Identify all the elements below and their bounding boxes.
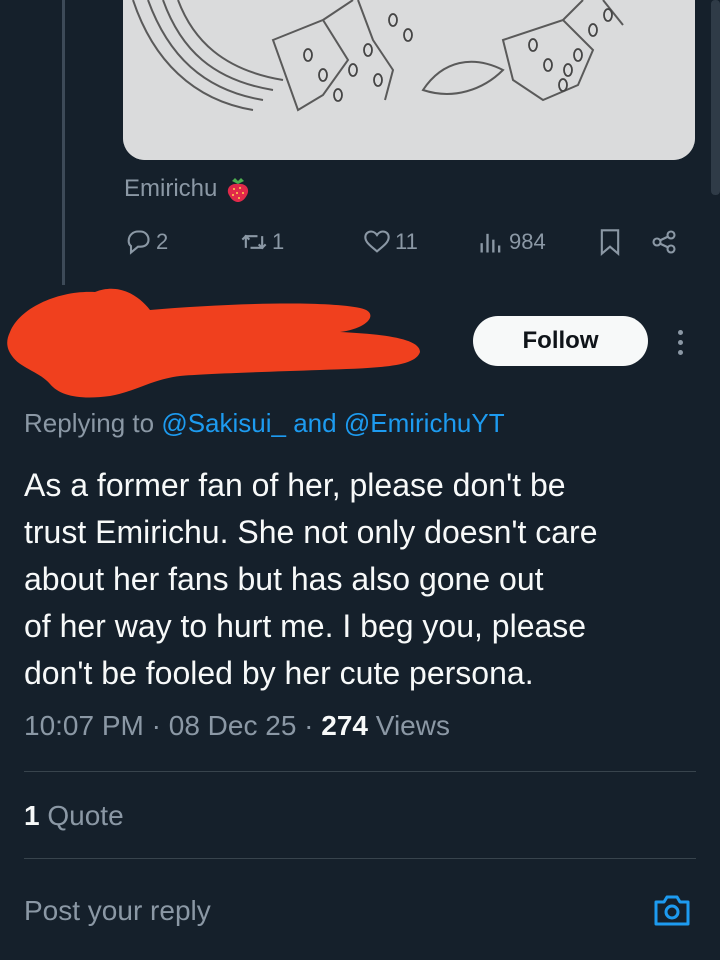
pencil-sketch-drawing — [123, 0, 695, 160]
separator-dot: · — [304, 710, 314, 741]
post-text-line: of her way to hurt me. I beg you, please — [24, 608, 587, 644]
quote-label: Quote — [47, 800, 124, 831]
views-total: 274 — [321, 710, 368, 741]
post-text-line: trust Emirichu. She not only doesn't car… — [24, 514, 598, 550]
separator-dot: · — [151, 710, 161, 741]
quote-count: 1 — [24, 800, 40, 831]
views-label: Views — [375, 710, 450, 741]
author-name: Emirichu — [124, 175, 218, 202]
mention-sakisui[interactable]: @Sakisui_ — [161, 408, 286, 438]
repost-icon — [241, 234, 267, 250]
like-action[interactable]: 11 — [363, 228, 418, 256]
post-text-line: about her fans but has also gone out — [24, 561, 544, 597]
post-time[interactable]: 10:07 PM — [24, 710, 144, 741]
post-text-line: As a former fan of her, please don't be — [24, 467, 566, 503]
post-text-line: don't be fooled by her cute persona. — [24, 655, 534, 691]
camera-icon[interactable] — [652, 890, 692, 930]
post-metadata: 10:07 PM · 08 Dec 25 · 274 Views — [24, 710, 450, 742]
post-image[interactable] — [123, 0, 695, 160]
strawberry-icon — [228, 178, 249, 202]
mention-emirichuyt[interactable]: @EmirichuYT — [344, 408, 505, 438]
analytics-icon — [480, 233, 501, 253]
post-date[interactable]: 08 Dec 25 — [169, 710, 297, 741]
share-icon — [652, 230, 676, 254]
heart-icon — [364, 230, 390, 253]
replying-prefix: Replying to — [24, 408, 155, 438]
bookmark-icon — [600, 229, 620, 256]
views-count: 984 — [509, 229, 546, 254]
divider — [24, 771, 696, 772]
bookmark-button[interactable] — [596, 228, 624, 256]
scrollbar[interactable] — [711, 0, 720, 195]
mention-joiner[interactable]: and — [293, 408, 336, 438]
replying-to-line: Replying to @Sakisui_ and @EmirichuYT — [24, 408, 505, 439]
follow-button[interactable]: Follow — [473, 316, 648, 366]
reply-icon — [127, 230, 150, 255]
reply-action[interactable]: 2 — [124, 228, 168, 256]
views-action[interactable]: 984 — [477, 228, 546, 256]
quoted-author[interactable]: Emirichu — [124, 175, 251, 203]
repost-action[interactable]: 1 — [240, 228, 284, 256]
like-count: 11 — [395, 229, 418, 254]
reply-input[interactable]: Post your reply — [24, 895, 211, 927]
post-text: As a former fan of her, please don't be … — [24, 462, 704, 697]
post-action-bar: 2 1 11 984 — [0, 228, 720, 268]
share-button[interactable] — [650, 228, 678, 256]
repost-count: 1 — [272, 229, 285, 254]
more-options-icon[interactable] — [668, 322, 692, 362]
divider — [24, 858, 696, 859]
redaction-scribble — [7, 288, 420, 398]
reply-count: 2 — [156, 229, 169, 254]
quote-count-link[interactable]: 1 Quote — [24, 800, 124, 832]
